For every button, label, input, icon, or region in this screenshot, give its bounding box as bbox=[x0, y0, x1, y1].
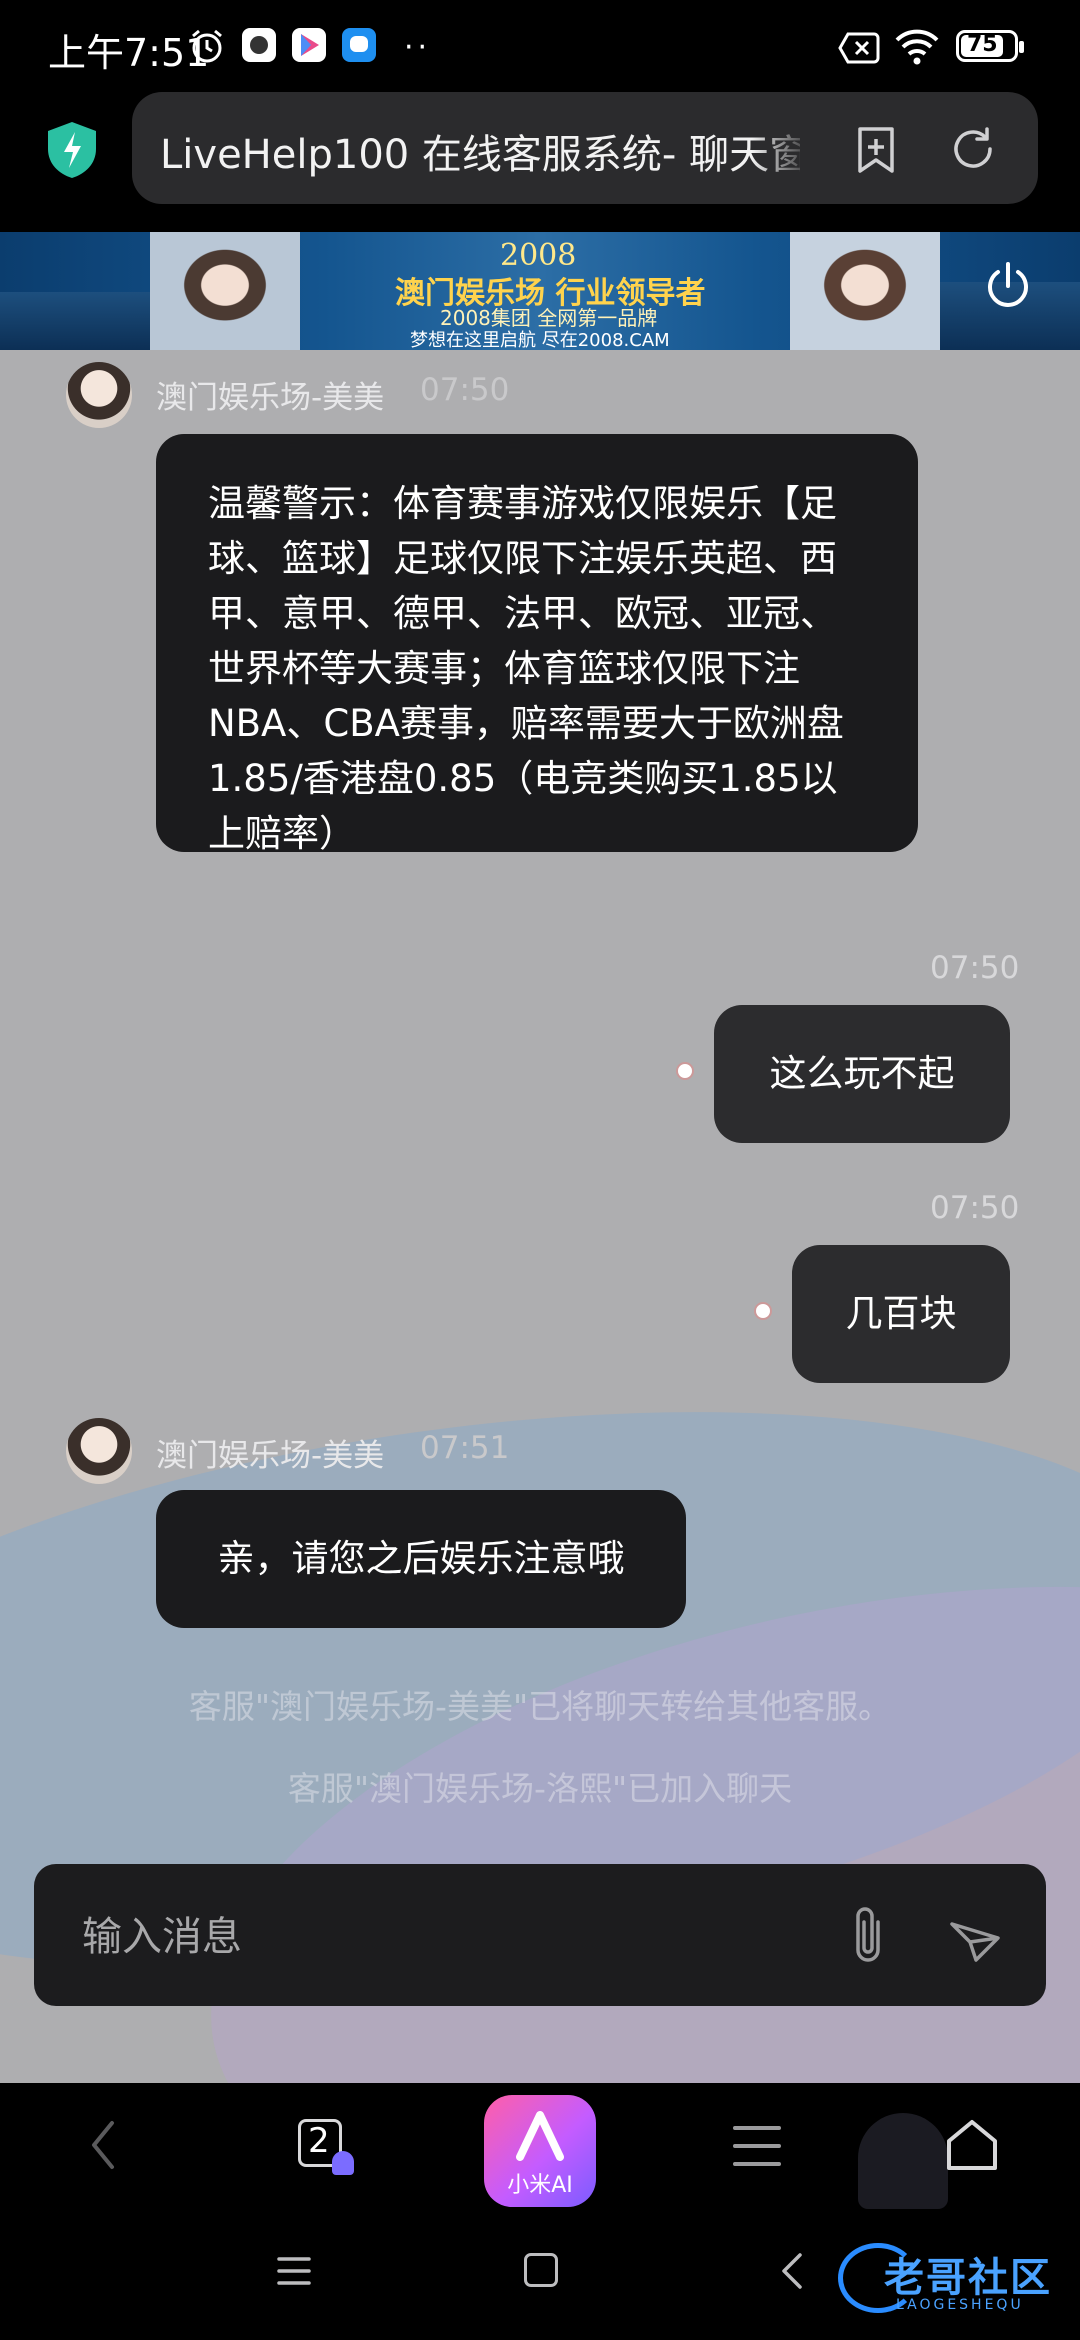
sender-name: 澳门娱乐场-美美 bbox=[156, 1438, 385, 1474]
message-time: 07:50 bbox=[420, 372, 510, 408]
ad-banner[interactable]: 2008 澳门娱乐场 行业领导者 2008集团 全网第一品牌 梦想在这里启航 尽… bbox=[0, 232, 1080, 350]
ai-logo-icon bbox=[516, 2111, 564, 2161]
home-icon[interactable] bbox=[944, 2117, 1000, 2173]
message-text: 几百块 bbox=[845, 1292, 957, 1335]
app-icon bbox=[242, 28, 276, 62]
home-nav-icon[interactable] bbox=[524, 2253, 558, 2287]
banner-slogan: 梦想在这里启航 尽在2008.CAM bbox=[410, 330, 670, 350]
message-time: 07:51 bbox=[420, 1430, 510, 1466]
avatar[interactable] bbox=[66, 362, 132, 428]
message-text: 温馨警示：体育赛事游戏仅限娱乐【足球、篮球】足球仅限下注娱乐英超、西甲、意甲、德… bbox=[208, 482, 844, 855]
chat-area[interactable]: 澳门娱乐场-美美 07:50 温馨警示：体育赛事游戏仅限娱乐【足球、篮球】足球仅… bbox=[0, 350, 1080, 2083]
message-bubble[interactable]: 亲，请您之后娱乐注意哦 bbox=[156, 1490, 686, 1628]
message-input[interactable] bbox=[80, 1908, 844, 1966]
recent-apps-icon[interactable] bbox=[276, 2255, 312, 2287]
my-message-bubble[interactable]: 这么玩不起 bbox=[714, 1005, 1010, 1143]
watermark-text: 老哥社区 bbox=[884, 2255, 1052, 2301]
banner-model-left bbox=[150, 232, 300, 350]
message-time: 07:50 bbox=[930, 1190, 1020, 1226]
avatar[interactable] bbox=[66, 1418, 132, 1484]
sim-off-icon bbox=[838, 32, 880, 64]
tabs-icon[interactable]: 2 bbox=[298, 2119, 354, 2175]
status-time: 上午7:51 bbox=[48, 31, 210, 75]
back-icon[interactable] bbox=[88, 2119, 118, 2171]
system-navigation-bar: 老哥社区 LAOGESHEQU bbox=[0, 2209, 1080, 2340]
system-note: 客服"澳门娱乐场-洛熙"已加入聊天 bbox=[287, 1769, 793, 1808]
alarm-icon bbox=[192, 29, 222, 63]
message-composer bbox=[34, 1864, 1046, 2006]
message-bubble[interactable]: 温馨警示：体育赛事游戏仅限娱乐【足球、篮球】足球仅限下注娱乐英超、西甲、意甲、德… bbox=[156, 434, 918, 855]
message-app-icon bbox=[342, 28, 376, 62]
read-status-dot bbox=[676, 1062, 694, 1080]
refresh-icon[interactable] bbox=[950, 126, 996, 172]
message-time: 07:50 bbox=[930, 950, 1020, 986]
watermark-subtext: LAOGESHEQU bbox=[896, 2297, 1024, 2313]
send-icon[interactable] bbox=[948, 1910, 1002, 1964]
address-bar[interactable]: LiveHelp100 在线客服系统- 聊天窗 bbox=[132, 92, 1038, 204]
xiaomi-ai-button[interactable]: 小米AI bbox=[484, 2095, 596, 2207]
play-store-icon bbox=[292, 28, 326, 62]
battery-level: 75 bbox=[967, 32, 998, 57]
more-dots-icon: ·· bbox=[404, 30, 432, 65]
ai-label: 小米AI bbox=[507, 2173, 573, 2198]
back-nav-icon[interactable] bbox=[780, 2251, 804, 2291]
status-bar: 上午7:51 ·· 75 bbox=[0, 0, 1080, 95]
banner-city-left bbox=[0, 292, 150, 350]
attach-icon[interactable] bbox=[848, 1902, 888, 1968]
message-text: 这么玩不起 bbox=[769, 1052, 955, 1095]
banner-model-right bbox=[790, 232, 940, 350]
bookmark-add-icon[interactable] bbox=[854, 126, 898, 174]
battery-icon: 75 bbox=[956, 30, 1024, 62]
ghost-decoration bbox=[858, 2113, 948, 2209]
read-status-dot bbox=[754, 1302, 772, 1320]
shield-icon[interactable] bbox=[44, 120, 100, 180]
sender-name: 澳门娱乐场-美美 bbox=[156, 380, 385, 416]
watermark-logo: 老哥社区 LAOGESHEQU bbox=[838, 2237, 1068, 2321]
message-text: 亲，请您之后娱乐注意哦 bbox=[217, 1537, 625, 1580]
system-note: 客服"澳门娱乐场-美美"已将聊天转给其他客服。 bbox=[188, 1687, 892, 1726]
wifi-icon bbox=[895, 29, 939, 65]
menu-icon[interactable] bbox=[732, 2123, 782, 2169]
my-message-bubble[interactable]: 几百块 bbox=[792, 1245, 1010, 1383]
tabs-count: 2 bbox=[308, 2121, 330, 2161]
browser-toolbar: 2 小米AI bbox=[0, 2083, 1080, 2209]
page-title[interactable]: LiveHelp100 在线客服系统- 聊天窗 bbox=[160, 122, 800, 180]
power-icon[interactable] bbox=[984, 260, 1032, 310]
